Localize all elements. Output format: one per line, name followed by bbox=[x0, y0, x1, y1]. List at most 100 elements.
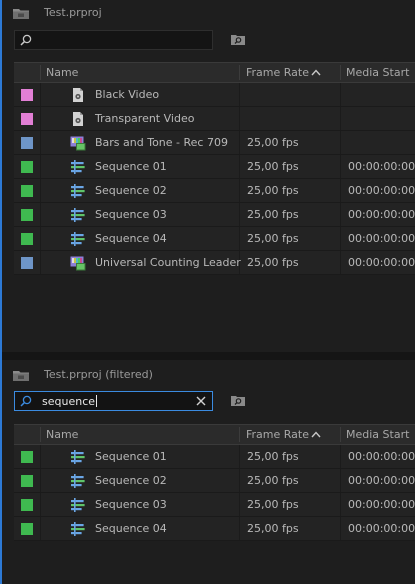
item-frame-rate: 25,00 fps bbox=[247, 450, 299, 463]
column-header-name[interactable]: Name bbox=[46, 66, 78, 79]
column-separator bbox=[239, 83, 240, 106]
label-color-swatch[interactable] bbox=[21, 209, 33, 221]
table-row[interactable]: Sequence 02 25,00 fps 00:00:00:00 bbox=[14, 179, 415, 203]
sort-ascending-icon[interactable] bbox=[311, 69, 321, 76]
item-name[interactable]: Universal Counting Leader bbox=[95, 256, 241, 269]
search-input[interactable]: sequence bbox=[14, 391, 213, 411]
table-row[interactable]: Sequence 02 25,00 fps 00:00:00:00 bbox=[14, 469, 415, 493]
column-separator bbox=[239, 65, 240, 80]
still-image-icon bbox=[70, 111, 86, 127]
column-separator bbox=[340, 227, 341, 250]
column-header-name[interactable]: Name bbox=[46, 428, 78, 441]
column-separator bbox=[340, 427, 341, 442]
label-color-swatch[interactable] bbox=[21, 451, 33, 463]
column-header-media-start[interactable]: Media Start bbox=[346, 66, 409, 79]
item-frame-rate: 25,00 fps bbox=[247, 208, 299, 221]
label-color-swatch[interactable] bbox=[21, 161, 33, 173]
item-media-start: 00:00:00:00 bbox=[348, 498, 415, 511]
panel-title: Test.prproj bbox=[44, 6, 102, 19]
column-separator bbox=[40, 65, 41, 80]
panel-title: Test.prproj (filtered) bbox=[44, 368, 153, 381]
item-name[interactable]: Sequence 02 bbox=[95, 474, 167, 487]
sort-ascending-icon[interactable] bbox=[311, 431, 321, 438]
column-separator bbox=[239, 131, 240, 154]
table-row[interactable]: Universal Counting Leader 25,00 fps 00:00:… bbox=[14, 251, 415, 275]
column-separator bbox=[40, 251, 41, 274]
table-row[interactable]: Sequence 01 25,00 fps 00:00:00:00 bbox=[14, 155, 415, 179]
column-separator bbox=[239, 179, 240, 202]
item-name[interactable]: Sequence 04 bbox=[95, 522, 167, 535]
table-row[interactable]: Sequence 03 25,00 fps 00:00:00:00 bbox=[14, 493, 415, 517]
search-icon bbox=[20, 395, 32, 407]
table-row[interactable]: Sequence 01 25,00 fps 00:00:00:00 bbox=[14, 445, 415, 469]
label-color-swatch[interactable] bbox=[21, 475, 33, 487]
item-name[interactable]: Sequence 03 bbox=[95, 498, 167, 511]
item-frame-rate: 25,00 fps bbox=[247, 136, 299, 149]
new-search-bin-icon[interactable] bbox=[231, 33, 245, 45]
sequence-icon bbox=[70, 473, 86, 489]
clear-search-icon[interactable] bbox=[194, 394, 208, 408]
label-color-swatch[interactable] bbox=[21, 185, 33, 197]
panel-divider[interactable] bbox=[2, 352, 415, 360]
table-row[interactable]: Sequence 04 25,00 fps 00:00:00:00 bbox=[14, 227, 415, 251]
label-color-swatch[interactable] bbox=[21, 257, 33, 269]
column-header-frame-rate[interactable]: Frame Rate bbox=[246, 66, 309, 79]
item-name[interactable]: Sequence 01 bbox=[95, 450, 167, 463]
item-name[interactable]: Black Video bbox=[95, 88, 159, 101]
column-separator bbox=[40, 155, 41, 178]
label-color-swatch[interactable] bbox=[21, 499, 33, 511]
column-separator bbox=[340, 517, 341, 540]
still-image-icon bbox=[70, 87, 86, 103]
sequence-icon bbox=[70, 497, 86, 513]
column-separator bbox=[40, 445, 41, 468]
project-folder-icon bbox=[13, 371, 29, 381]
column-separator bbox=[340, 445, 341, 468]
item-name[interactable]: Bars and Tone - Rec 709 bbox=[95, 136, 228, 149]
column-header-frame-rate[interactable]: Frame Rate bbox=[246, 428, 309, 441]
label-color-swatch[interactable] bbox=[21, 233, 33, 245]
item-name[interactable]: Sequence 04 bbox=[95, 232, 167, 245]
column-separator bbox=[239, 427, 240, 442]
item-frame-rate: 25,00 fps bbox=[247, 474, 299, 487]
column-separator bbox=[340, 251, 341, 274]
new-search-bin-icon[interactable] bbox=[231, 394, 245, 406]
column-separator bbox=[40, 227, 41, 250]
table-row[interactable]: Sequence 03 25,00 fps 00:00:00:00 bbox=[14, 203, 415, 227]
synthetic-media-icon bbox=[70, 135, 86, 151]
label-color-swatch[interactable] bbox=[21, 137, 33, 149]
table-header: Name Frame Rate Media Start bbox=[14, 424, 415, 445]
item-media-start: 00:00:00:00 bbox=[348, 474, 415, 487]
item-name[interactable]: Sequence 01 bbox=[95, 160, 167, 173]
sequence-icon bbox=[70, 183, 86, 199]
table-row[interactable]: Transparent Video bbox=[14, 107, 415, 131]
item-media-start: 00:00:00:00 bbox=[348, 232, 415, 245]
item-name[interactable]: Transparent Video bbox=[95, 112, 194, 125]
sequence-icon bbox=[70, 231, 86, 247]
item-name[interactable]: Sequence 03 bbox=[95, 208, 167, 221]
column-header-media-start[interactable]: Media Start bbox=[346, 428, 409, 441]
column-separator bbox=[40, 107, 41, 130]
column-separator bbox=[340, 83, 341, 106]
project-table: Name Frame Rate Media Start Sequence 01 2… bbox=[14, 424, 415, 541]
project-panel: Test.prproj Name Frame Rate Media Start … bbox=[2, 0, 415, 350]
item-name[interactable]: Sequence 02 bbox=[95, 184, 167, 197]
sequence-icon bbox=[70, 449, 86, 465]
search-input[interactable] bbox=[14, 30, 213, 50]
table-row[interactable]: Bars and Tone - Rec 709 25,00 fps bbox=[14, 131, 415, 155]
item-frame-rate: 25,00 fps bbox=[247, 232, 299, 245]
column-separator bbox=[340, 65, 341, 80]
column-separator bbox=[239, 203, 240, 226]
label-color-swatch[interactable] bbox=[21, 523, 33, 535]
column-separator bbox=[340, 203, 341, 226]
column-separator bbox=[239, 493, 240, 516]
project-table: Name Frame Rate Media Start Black Video T… bbox=[14, 62, 415, 275]
item-frame-rate: 25,00 fps bbox=[247, 184, 299, 197]
search-icon bbox=[20, 34, 32, 46]
label-color-swatch[interactable] bbox=[21, 89, 33, 101]
table-row[interactable]: Sequence 04 25,00 fps 00:00:00:00 bbox=[14, 517, 415, 541]
filtered-project-panel: Test.prproj (filtered) sequence Name Fra… bbox=[2, 362, 415, 584]
item-frame-rate: 25,00 fps bbox=[247, 160, 299, 173]
label-color-swatch[interactable] bbox=[21, 113, 33, 125]
table-row[interactable]: Black Video bbox=[14, 83, 415, 107]
item-frame-rate: 25,00 fps bbox=[247, 522, 299, 535]
